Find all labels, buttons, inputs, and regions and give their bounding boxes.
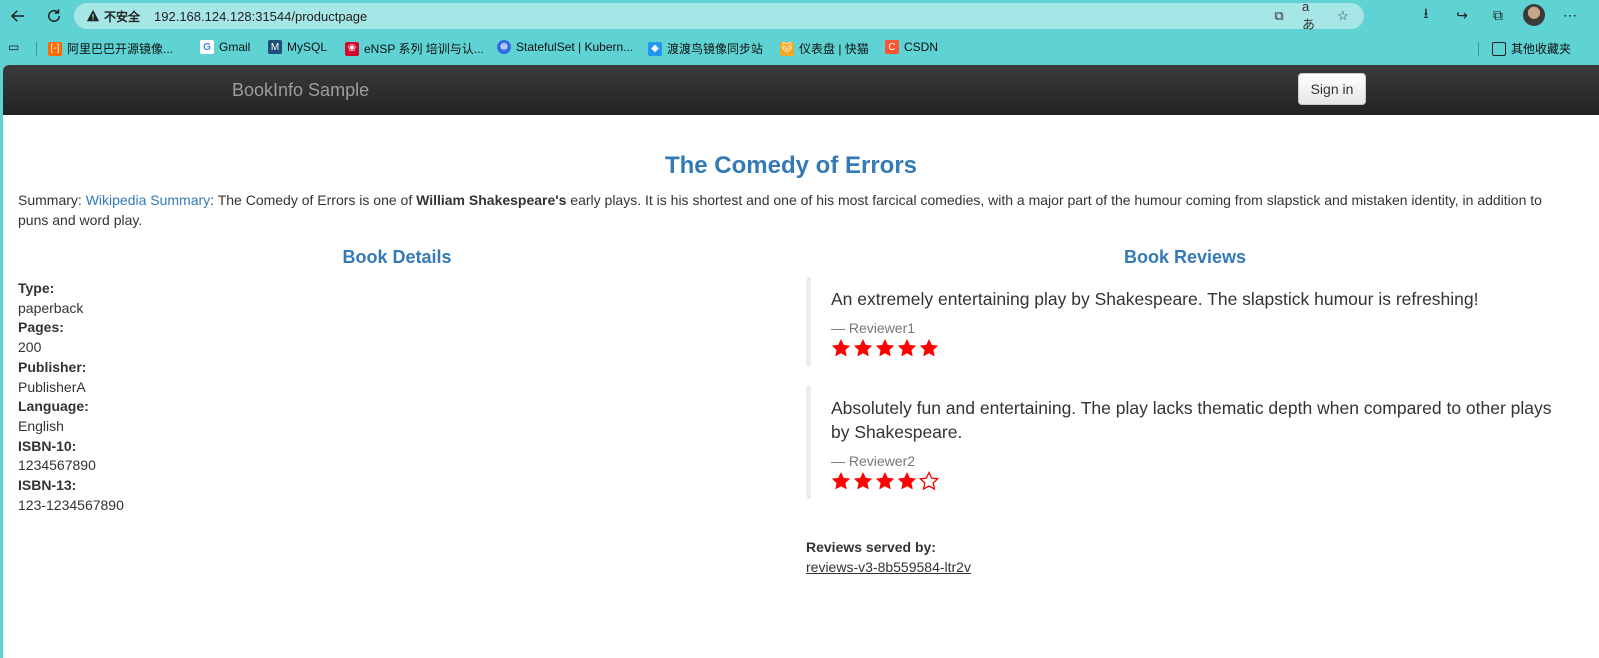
bookmark-label: 渡渡鸟镜像同步站 xyxy=(667,42,764,56)
reload-button[interactable] xyxy=(42,4,66,28)
bookmark-label: 仪表盘 | 快猫 xyxy=(799,42,869,56)
reload-icon xyxy=(48,9,60,22)
bookmark-ensp[interactable]: ❀ eNSP 系列 培训与认... xyxy=(345,40,484,57)
security-label[interactable]: 不安全 xyxy=(104,8,140,25)
kubernetes-icon: ☸ xyxy=(497,40,511,54)
detail-label-isbn10: ISBN-10: xyxy=(18,437,77,454)
csdn-icon: C xyxy=(885,40,899,54)
detail-label-publisher: Publisher: xyxy=(18,358,87,375)
browser-toolbar: 不安全 192.168.124.128:31544/productpage ⧉ … xyxy=(0,0,1599,33)
detail-label-pages: Pages: xyxy=(18,319,64,336)
reviews-list: An extremely entertaining play by Shakes… xyxy=(806,277,1566,519)
read-aloud-icon[interactable]: aあ xyxy=(1302,0,1320,32)
detail-value-isbn13: 123-1234567890 xyxy=(18,496,124,513)
docker-icon: ◆ xyxy=(648,41,662,56)
bookmark-label: Gmail xyxy=(219,40,251,54)
other-bookmarks[interactable]: 其他收藏夹 xyxy=(1492,40,1571,57)
bookmark-dodo[interactable]: ◆ 渡渡鸟镜像同步站 xyxy=(648,40,763,57)
bookmark-mysql[interactable]: M MySQL xyxy=(268,40,327,54)
detail-value-publisher: PublisherA xyxy=(18,378,86,395)
star-rating xyxy=(831,337,1566,359)
detail-value-language: English xyxy=(18,417,64,434)
review-author: — Reviewer2 xyxy=(831,452,916,469)
bookmark-label: eNSP 系列 培训与认... xyxy=(364,42,484,56)
bookmark-label: CSDN xyxy=(904,40,939,54)
warning-icon[interactable] xyxy=(86,9,100,23)
aliyun-icon: [-] xyxy=(48,41,62,56)
profile-avatar[interactable] xyxy=(1523,4,1545,26)
review-text: Absolutely fun and entertaining. The pla… xyxy=(831,397,1552,443)
bookmarks-bar: ▭ [-] 阿里巴巴开源镜像... G Gmail M MySQL ❀ eNSP 系列 … xyxy=(0,37,1599,61)
favorite-star-icon[interactable]: ☆ xyxy=(1334,7,1352,25)
bookmarks-toggle-icon[interactable]: ▭ xyxy=(8,40,19,54)
summary-prefix: Summary: xyxy=(18,192,86,208)
folder-icon xyxy=(1492,41,1506,56)
bookmark-label: StatefulSet | Kubern... xyxy=(516,40,634,54)
wikipedia-summary-link[interactable]: Wikipedia Summary xyxy=(86,192,210,208)
star-filled-icon xyxy=(831,471,851,489)
summary-text: : The Comedy of Errors is one of xyxy=(210,192,417,208)
google-icon: G xyxy=(200,40,214,54)
book-title: The Comedy of Errors xyxy=(664,152,918,179)
back-button[interactable] xyxy=(6,4,30,28)
star-filled-icon xyxy=(919,338,939,356)
sign-in-button[interactable]: Sign in xyxy=(1298,73,1366,105)
star-filled-icon xyxy=(853,338,873,356)
share-icon[interactable]: ↪ xyxy=(1451,4,1473,26)
book-details-list: Type: paperback Pages: 200 Publisher: Pu… xyxy=(18,279,518,515)
extensions-icon[interactable]: ⧉ xyxy=(1487,4,1509,26)
review-card: An extremely entertaining play by Shakes… xyxy=(806,277,1566,366)
bookmark-label: MySQL xyxy=(287,40,328,54)
star-filled-icon xyxy=(831,338,851,356)
bookmark-label: 其他收藏夹 xyxy=(1511,42,1572,56)
book-reviews-heading: Book Reviews xyxy=(1123,247,1247,267)
url-text[interactable]: 192.168.124.128:31544/productpage xyxy=(154,9,367,24)
address-bar[interactable]: 不安全 192.168.124.128:31544/productpage ⧉ … xyxy=(74,0,1364,32)
review-text: An extremely entertaining play by Shakes… xyxy=(831,289,1479,309)
detail-label-isbn13: ISBN-13: xyxy=(18,477,77,494)
brand-link[interactable]: BookInfo Sample xyxy=(232,80,369,101)
star-filled-icon xyxy=(853,471,873,489)
page-viewport: BookInfo Sample Sign in The Comedy of Er… xyxy=(3,65,1599,658)
bookmark-csdn[interactable]: C CSDN xyxy=(885,40,938,54)
star-filled-icon xyxy=(897,471,917,489)
star-filled-icon xyxy=(875,338,895,356)
bookmark-gmail[interactable]: G Gmail xyxy=(200,40,250,54)
bookmark-nightingale[interactable]: 🐱︎ 仪表盘 | 快猫 xyxy=(780,40,869,57)
review-card: Absolutely fun and entertaining. The pla… xyxy=(806,385,1566,499)
detail-value-pages: 200 xyxy=(18,339,42,356)
cat-icon: 🐱︎ xyxy=(780,41,794,56)
app-navbar: BookInfo Sample Sign in xyxy=(3,65,1599,115)
huawei-icon: ❀ xyxy=(345,41,359,56)
detail-label-type: Type: xyxy=(18,280,55,296)
detail-label-language: Language: xyxy=(18,398,89,415)
back-arrow-icon xyxy=(10,10,24,22)
more-menu-icon[interactable]: ⋯ xyxy=(1559,4,1581,26)
detail-value-isbn10: 1234567890 xyxy=(18,457,96,474)
mysql-icon: M xyxy=(268,40,282,54)
review-author: — Reviewer1 xyxy=(831,319,916,336)
star-empty-icon xyxy=(919,470,939,490)
served-by-label: Reviews served by: xyxy=(806,539,936,555)
downloads-icon[interactable]: ⭳ xyxy=(1415,4,1437,26)
detail-value-type: paperback xyxy=(18,299,84,316)
bookmark-aliyun[interactable]: [-] 阿里巴巴开源镜像... xyxy=(48,40,173,57)
bookmark-label: 阿里巴巴开源镜像... xyxy=(67,42,174,56)
served-by-value: reviews-v3-8b559584-ltr2v xyxy=(806,559,971,575)
summary-author: William Shakespeare's xyxy=(416,192,567,208)
star-rating xyxy=(831,470,1566,492)
star-filled-icon xyxy=(897,338,917,356)
copilot-icon[interactable]: ⧉ xyxy=(1270,7,1288,25)
book-details-heading: Book Details xyxy=(342,247,452,267)
bookmark-kubernetes[interactable]: ☸ StatefulSet | Kubern... xyxy=(497,40,633,54)
book-summary: Summary: Wikipedia Summary: The Comedy o… xyxy=(18,191,1568,230)
star-filled-icon xyxy=(875,471,895,489)
